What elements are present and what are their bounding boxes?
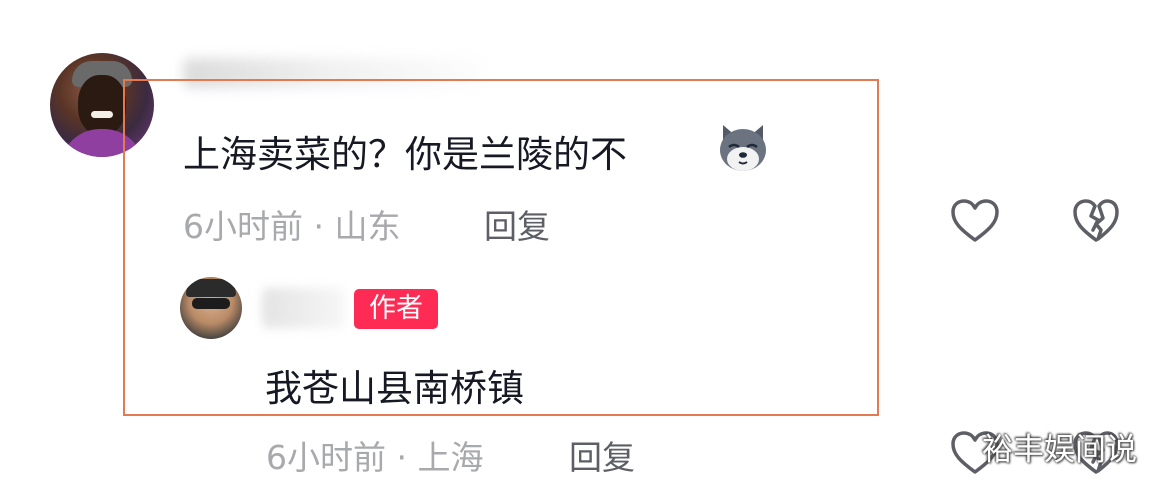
reply-meta: 6小时前 · 上海: [266, 438, 484, 477]
reply-author-avatar[interactable]: [180, 277, 242, 339]
reply-text: 我苍山县南桥镇: [265, 367, 524, 410]
heart-icon[interactable]: [950, 198, 1000, 244]
avatar-smile: [91, 111, 113, 118]
author-badge: 作者: [354, 289, 438, 329]
avatar-hair: [186, 279, 236, 297]
avatar-face: [78, 75, 126, 135]
comment-text: 上海卖菜的？你是兰陵的不: [183, 133, 627, 176]
reply-reply-button[interactable]: 回复: [569, 431, 635, 479]
watermark: 裕丰娱间说: [982, 432, 1137, 468]
avatar-sunglasses: [192, 298, 230, 309]
broken-heart-icon[interactable]: [1072, 198, 1120, 244]
comment-reply-button[interactable]: 回复: [484, 200, 550, 248]
reply-author-name-blurred[interactable]: [262, 288, 344, 328]
dog-emoji-icon: [720, 125, 766, 171]
comment-meta: 6小时前 · 山东: [183, 207, 401, 246]
